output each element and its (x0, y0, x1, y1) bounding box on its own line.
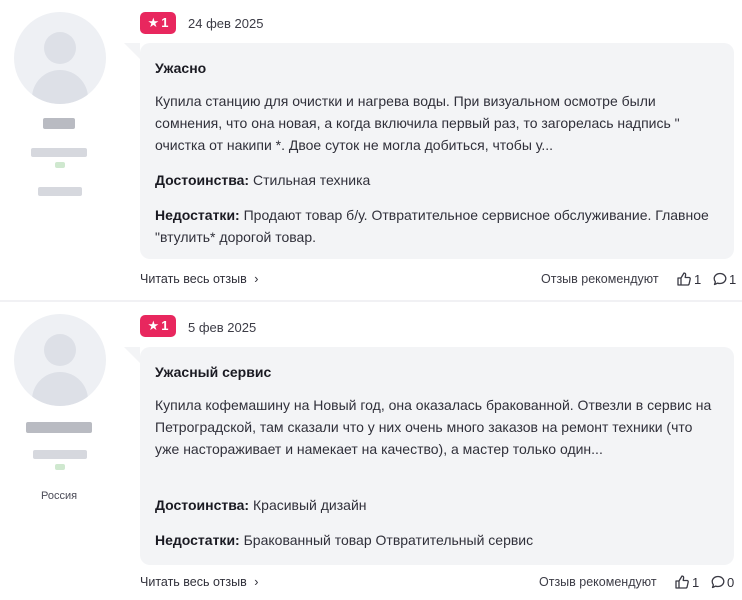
review-pros: Достоинства: Красивый дизайн (155, 494, 720, 516)
thumbs-up-icon[interactable] (676, 271, 692, 287)
rating-value: 1 (161, 15, 169, 30)
review-card: ★ 1 24 фев 2025 Ужасно Купила станцию для… (0, 0, 742, 300)
review-card: Россия ★ 1 5 фев 2025 Ужасный сервис Купи… (0, 302, 742, 600)
review-bubble: Ужасно Купила станцию для очистки и нагр… (124, 43, 734, 259)
author-status-blurred (55, 464, 65, 470)
review-title: Ужасно (155, 60, 207, 76)
comment-icon[interactable] (712, 271, 728, 287)
star-icon: ★ (147, 318, 160, 333)
thumbs-up-icon[interactable] (674, 574, 690, 590)
review-date: 5 фев 2025 (188, 320, 257, 335)
recommend-label: Отзыв рекомендуют (539, 575, 657, 589)
author-meta-blurred (31, 148, 87, 157)
cons-text: Бракованный товар Отвратительный сервис (243, 532, 534, 548)
pros-label: Достоинства: (155, 497, 250, 513)
review-text: Купила кофемашину на Новый год, она оказ… (155, 397, 712, 457)
author-location-blurred (38, 187, 82, 196)
star-icon: ★ (147, 15, 160, 30)
pros-text: Красивый дизайн (253, 497, 367, 513)
read-more-link[interactable]: Читать весь отзыв › (140, 575, 258, 589)
review-cons: Недостатки: Бракованный товар Отвратител… (155, 529, 720, 551)
cons-label: Недостатки: (155, 207, 240, 223)
read-more-link[interactable]: Читать весь отзыв › (140, 272, 258, 286)
author-name-blurred[interactable] (26, 422, 92, 433)
cons-label: Недостатки: (155, 532, 240, 548)
review-cons: Недостатки: Продают товар б/у. Отвратите… (155, 204, 720, 248)
avatar-head (44, 334, 76, 366)
review-text: Купила станцию для очистки и нагрева вод… (155, 93, 680, 153)
review-bubble: Ужасный сервис Купила кофемашину на Новы… (124, 347, 734, 565)
review-pros: Достоинства: Стильная техника (155, 169, 720, 191)
avatar[interactable] (14, 314, 106, 406)
author-meta-blurred (33, 450, 87, 459)
avatar-body (32, 372, 88, 406)
avatar-head (44, 32, 76, 64)
chevron-right-icon: › (254, 575, 259, 589)
author-status-blurred (55, 162, 65, 168)
chevron-right-icon: › (254, 272, 259, 286)
recommend-label: Отзыв рекомендуют (541, 272, 659, 286)
avatar-body (32, 70, 88, 104)
rating-badge: ★ 1 (140, 315, 176, 337)
like-count: 1 (694, 272, 702, 287)
avatar[interactable] (14, 12, 106, 104)
author-name-blurred[interactable] (43, 118, 75, 129)
pros-text: Стильная техника (253, 172, 371, 188)
comment-count: 0 (727, 575, 735, 590)
review-title: Ужасный сервис (155, 364, 272, 380)
author-country: Россия (41, 490, 78, 502)
like-count: 1 (692, 575, 700, 590)
read-more-label: Читать весь отзыв (140, 272, 247, 286)
review-date: 24 фев 2025 (188, 16, 264, 31)
comment-icon[interactable] (710, 574, 726, 590)
comment-count: 1 (729, 272, 737, 287)
rating-value: 1 (161, 318, 169, 333)
rating-badge: ★ 1 (140, 12, 176, 34)
read-more-label: Читать весь отзыв (140, 575, 247, 589)
pros-label: Достоинства: (155, 172, 250, 188)
